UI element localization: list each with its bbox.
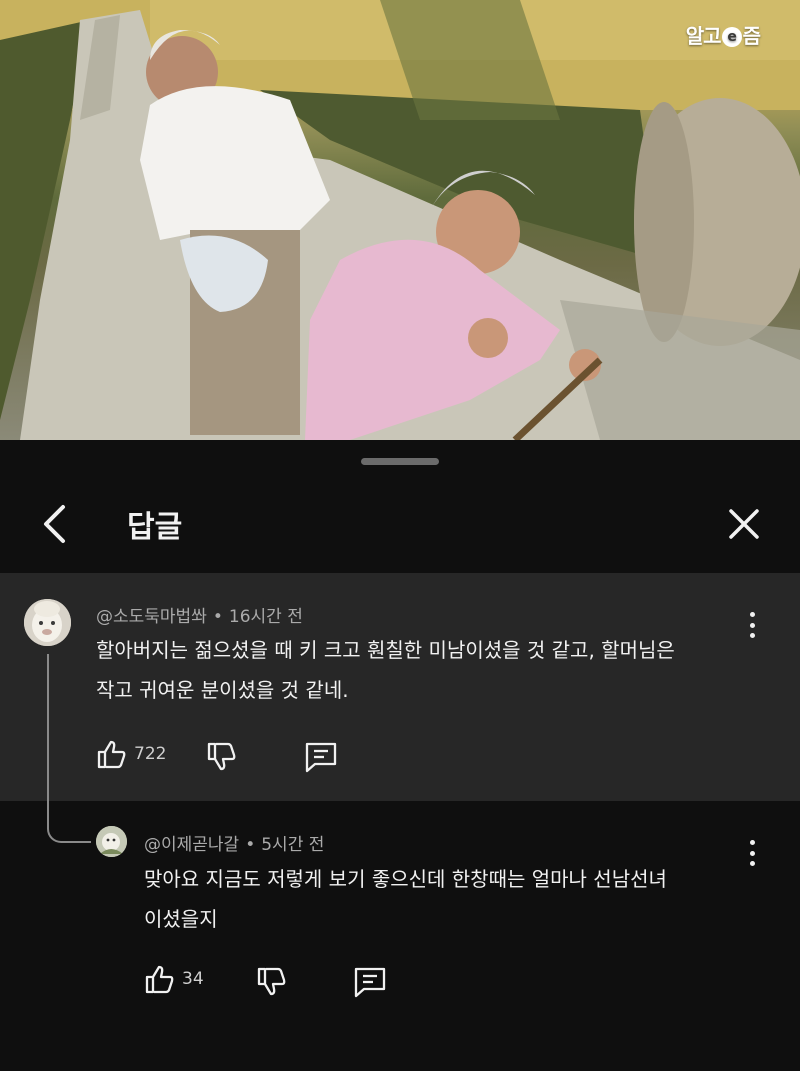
- comment-reply-icon: [354, 967, 386, 998]
- thumbs-down-icon: [207, 742, 236, 771]
- close-icon: [729, 509, 759, 539]
- avatar[interactable]: [96, 826, 127, 857]
- chevron-left-icon: [44, 505, 65, 543]
- back-button[interactable]: [32, 500, 76, 548]
- reply-meta: @이제곧나갈 • 5시간 전: [144, 835, 325, 855]
- parent-comment: @소도둑마법쏴 • 16시간 전 할아버지는 젊으셨을 때 키 크고 훤칠한 미남이…: [0, 573, 800, 801]
- thread-connector: [47, 801, 91, 843]
- drag-handle[interactable]: [361, 458, 439, 465]
- comment-reply-icon: [305, 742, 337, 773]
- comment-meta: @소도둑마법쏴 • 16시간 전: [96, 607, 303, 627]
- reply-text: 맞아요 지금도 저렇게 보기 좋으신데 한창때는 얼마나 선남선녀 이셨을지: [144, 867, 667, 931]
- alpaca-avatar-icon: [24, 599, 71, 646]
- reply-button[interactable]: [304, 739, 338, 773]
- avatar-image-icon: [96, 826, 127, 857]
- replies-panel: 답글 @소도둑마법쏴 • 16시간 전 할아버지는 젊으셨을 때 키 크고 훤칠…: [0, 440, 800, 1071]
- video-player[interactable]: 알고 e 즘: [0, 0, 800, 440]
- thumbs-up-icon: [145, 965, 174, 994]
- thumbs-up-icon: [97, 740, 126, 769]
- panel-header: 답글: [0, 480, 800, 572]
- like-count: 34: [182, 969, 204, 989]
- channel-watermark: 알고 e 즘: [685, 24, 761, 48]
- reply-author[interactable]: @이제곧나갈: [144, 835, 239, 855]
- comment-author[interactable]: @소도둑마법쏴: [96, 607, 207, 627]
- close-button[interactable]: [720, 500, 768, 548]
- thumbs-down-icon: [257, 967, 286, 996]
- video-frame-image: [0, 0, 800, 440]
- avatar[interactable]: [24, 599, 71, 646]
- reply-button[interactable]: [353, 964, 387, 998]
- comment-time: 16시간 전: [228, 607, 303, 627]
- thread-line: [47, 654, 49, 801]
- dislike-button[interactable]: [256, 966, 288, 998]
- like-button[interactable]: 34: [144, 963, 204, 995]
- comment-text: 할아버지는 젊으셨을 때 키 크고 훤칠한 미남이셨을 것 같고, 할머님은 작…: [96, 638, 675, 702]
- reply-comment: @이제곧나갈 • 5시간 전 맞아요 지금도 저렇게 보기 좋으신데 한창때는 얼마…: [0, 801, 800, 1071]
- like-button[interactable]: 722: [96, 738, 166, 770]
- reply-time: 5시간 전: [261, 835, 325, 855]
- like-count: 722: [134, 744, 167, 764]
- dislike-button[interactable]: [206, 741, 238, 773]
- page-title: 답글: [127, 510, 183, 545]
